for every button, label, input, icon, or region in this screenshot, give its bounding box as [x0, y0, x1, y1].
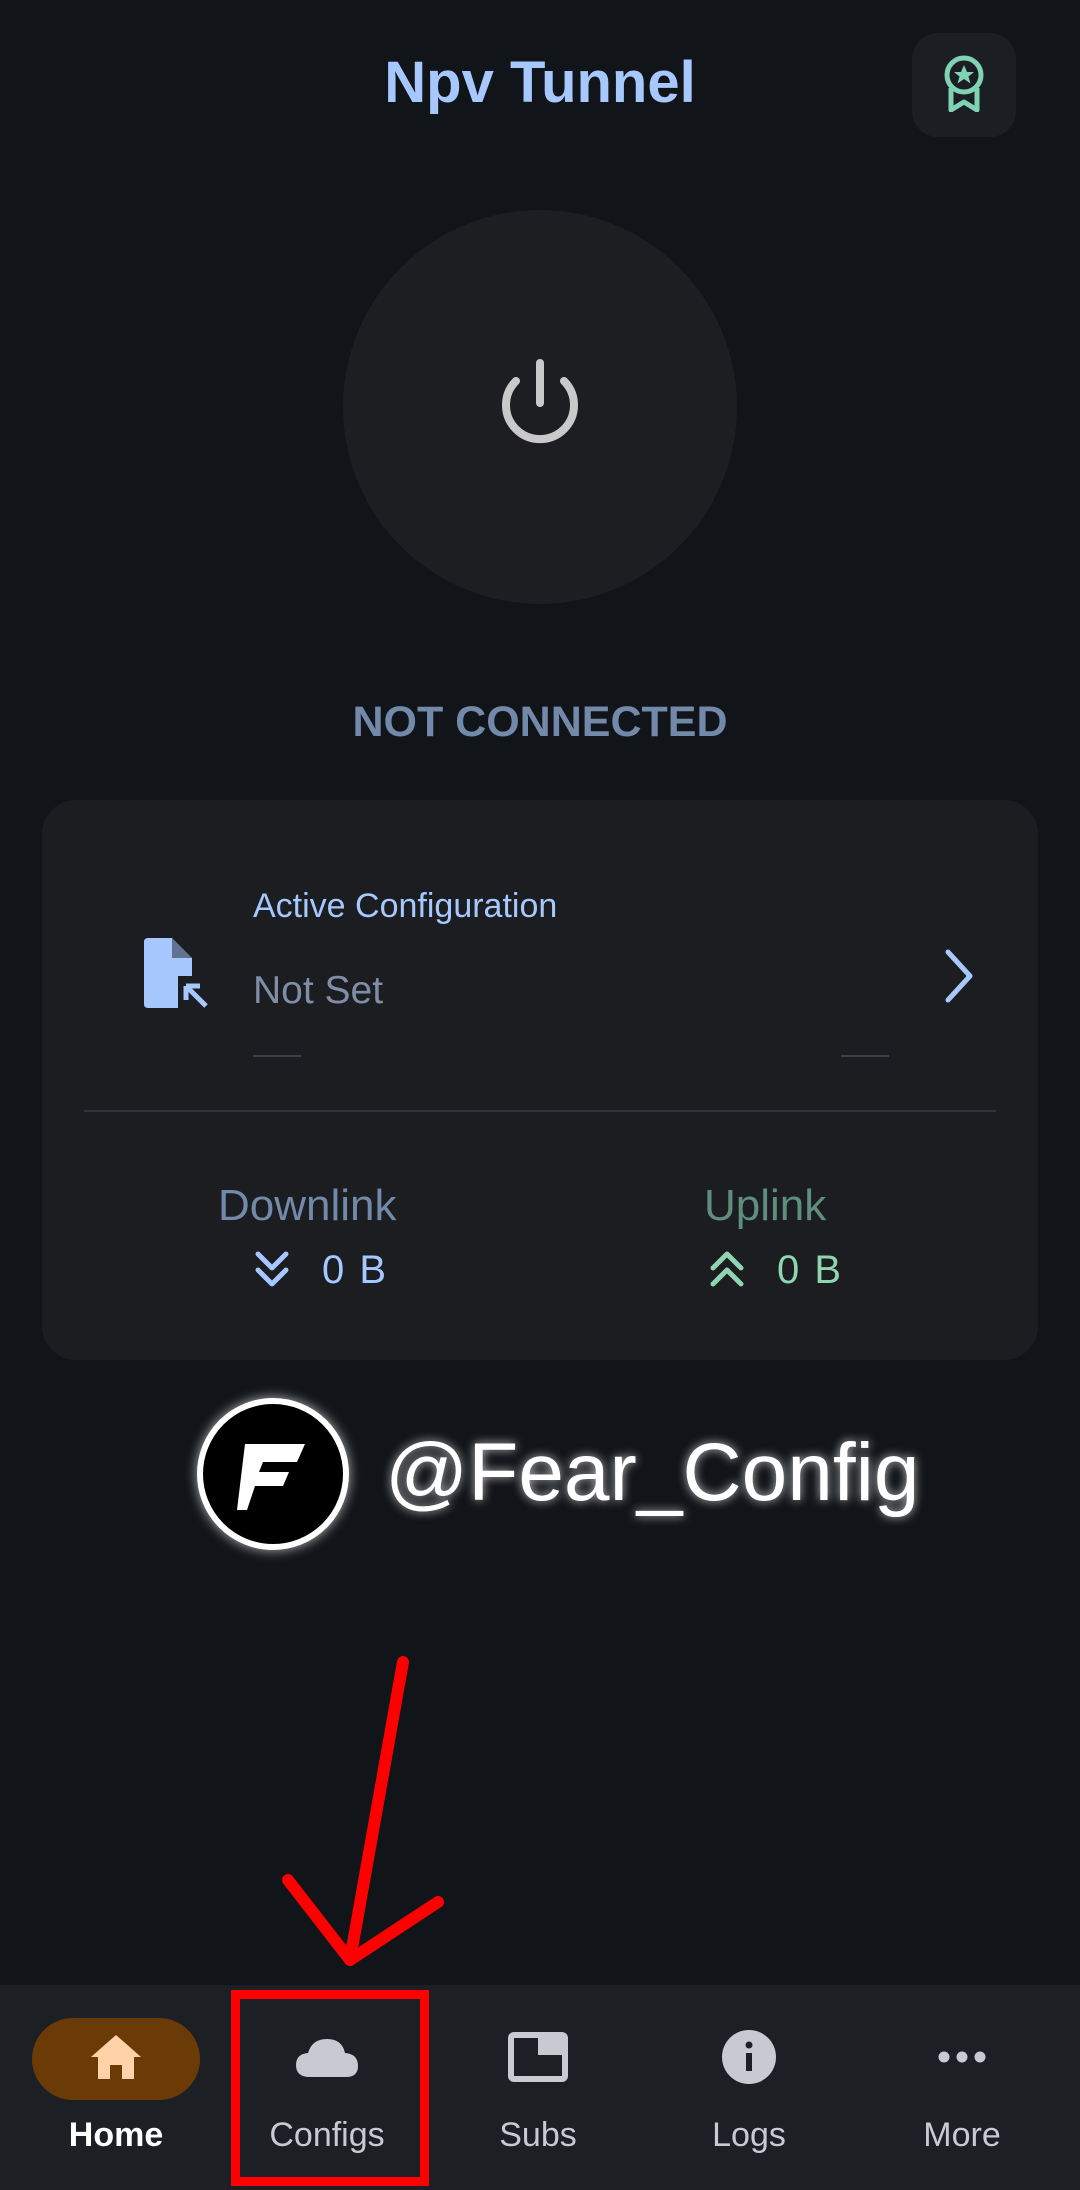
nav-subs-label: Subs [499, 2116, 577, 2154]
home-icon [89, 2033, 143, 2086]
subscriptions-icon [508, 2031, 568, 2087]
nav-logs-label: Logs [712, 2116, 786, 2154]
nav-home-indicator [32, 2018, 200, 2100]
info-icon [721, 2029, 777, 2090]
bottom-navigation: Home Configs Subs Logs More [0, 1985, 1080, 2190]
annotation-arrow [282, 1656, 444, 1966]
nav-subs[interactable]: Subs [438, 1985, 638, 2190]
nav-logs[interactable]: Logs [649, 1985, 849, 2190]
more-horizontal-icon [937, 2050, 987, 2069]
nav-more-label: More [923, 2116, 1001, 2154]
nav-home[interactable]: Home [16, 1985, 216, 2190]
nav-more[interactable]: More [862, 1985, 1062, 2190]
nav-home-label: Home [68, 2116, 164, 2154]
annotation-highlight-box [231, 1990, 429, 2186]
